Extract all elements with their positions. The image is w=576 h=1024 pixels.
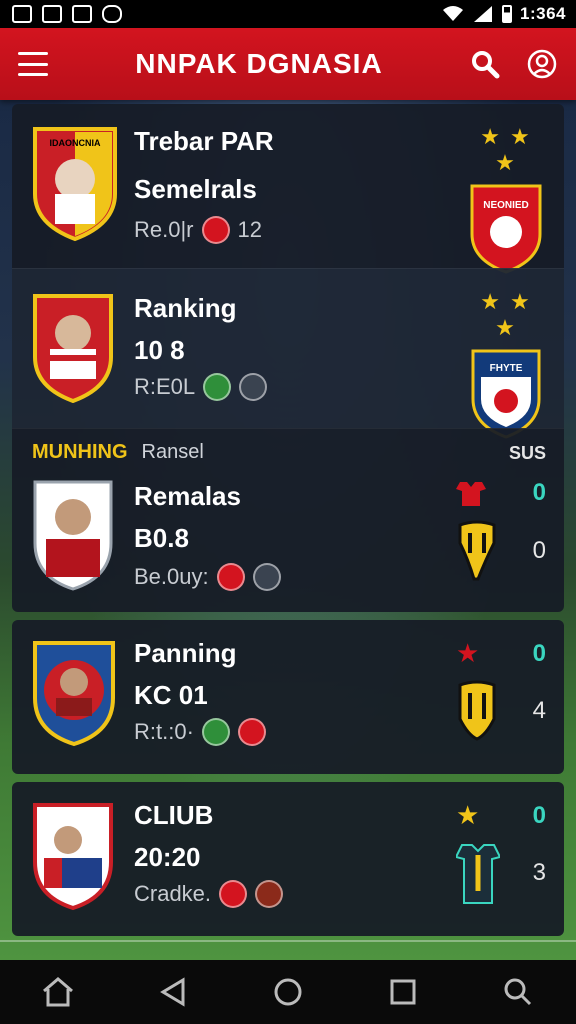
back-icon bbox=[159, 977, 185, 1007]
green-badge-icon bbox=[201, 718, 230, 746]
green-badge-icon bbox=[203, 373, 232, 401]
section-header: MUNHING Ransel bbox=[32, 441, 204, 464]
star-rating-icon: ★ ★ ★ bbox=[480, 289, 532, 340]
home-nav-button[interactable] bbox=[30, 968, 86, 1016]
item-meta-text: Re.0|r bbox=[134, 217, 194, 242]
item-meta: R:t.:0· bbox=[134, 718, 266, 746]
right-bottom-value: 4 bbox=[532, 697, 546, 724]
right-top-value: 0 bbox=[532, 801, 546, 829]
image-icon bbox=[42, 5, 62, 23]
status-right: 1:364 bbox=[442, 4, 566, 24]
camera-icon bbox=[102, 5, 122, 23]
boot-icon bbox=[458, 520, 496, 581]
section-label-mid: Ransel bbox=[141, 441, 204, 463]
right-column: ★ ★ ★ FHYTE bbox=[466, 289, 546, 444]
red-badge-icon bbox=[216, 563, 245, 591]
item-meta-text: R:t.:0· bbox=[134, 719, 194, 744]
team-crest-icon bbox=[33, 294, 113, 403]
grey-badge-icon bbox=[239, 373, 268, 401]
red-badge-icon bbox=[219, 880, 248, 908]
right-column: ★ 0 3 bbox=[456, 800, 546, 905]
ranking-list: IDAONCNIA Trebar PAR Semelrals Re.0|r 12… bbox=[12, 104, 564, 936]
item-score: 10 8 bbox=[134, 335, 185, 365]
grey-badge-icon bbox=[252, 563, 281, 591]
item-meta: R:E0L bbox=[134, 373, 268, 401]
red-badge-icon bbox=[237, 718, 266, 746]
section-label-right: SUS bbox=[508, 443, 546, 463]
back-button[interactable] bbox=[145, 968, 201, 1016]
item-name: Remalas bbox=[134, 481, 241, 511]
shirt-icon bbox=[456, 844, 500, 904]
list-item[interactable]: IDAONCNIA Trebar PAR Semelrals Re.0|r 12… bbox=[12, 104, 564, 274]
list-item[interactable]: MUNHING Ransel SUS Remalas B0.8 Be.0uy: … bbox=[12, 428, 564, 612]
recents-button[interactable] bbox=[375, 968, 431, 1016]
item-name: Panning bbox=[134, 638, 237, 668]
item-name: CLIUB bbox=[134, 800, 214, 830]
profile-icon[interactable] bbox=[526, 48, 558, 80]
navigation-bar bbox=[0, 960, 576, 1024]
item-meta-text: Cradke. bbox=[134, 881, 212, 906]
item-score: 20:20 bbox=[134, 842, 201, 872]
team-crest-icon: IDAONCNIA bbox=[33, 127, 117, 242]
mail-icon bbox=[72, 5, 92, 23]
search-icon[interactable] bbox=[470, 49, 500, 79]
recents-icon bbox=[390, 979, 416, 1005]
item-name: Trebar PAR bbox=[134, 126, 274, 156]
battery-icon bbox=[502, 5, 513, 23]
shirt-icon bbox=[456, 482, 486, 506]
menu-icon[interactable] bbox=[18, 52, 48, 76]
right-bottom-value: 3 bbox=[532, 859, 546, 886]
team-crest-icon bbox=[33, 641, 115, 747]
status-left-icons bbox=[12, 5, 122, 23]
item-meta: Be.0uy: bbox=[134, 563, 281, 591]
opponent-crest-icon: FHYTE bbox=[471, 349, 541, 439]
red-star-icon: ★ bbox=[456, 638, 480, 668]
search-nav-button[interactable] bbox=[490, 968, 546, 1016]
item-meta-text: R:E0L bbox=[134, 374, 196, 399]
player-avatar bbox=[33, 480, 113, 591]
right-column: 0 0 bbox=[456, 479, 546, 583]
notification-icon bbox=[12, 5, 32, 23]
item-meta: Re.0|r 12 bbox=[134, 216, 262, 244]
star-rating-icon: ★ ★ ★ bbox=[480, 124, 532, 175]
right-top-value: 0 bbox=[532, 479, 546, 506]
right-bottom-value: 0 bbox=[532, 537, 546, 564]
boot-icon bbox=[458, 680, 496, 741]
item-meta-text: Be.0uy: bbox=[134, 564, 209, 589]
status-bar: 1:364 bbox=[0, 0, 576, 28]
ball-badge-icon bbox=[255, 880, 284, 908]
red-badge-icon bbox=[201, 216, 230, 244]
right-column: ★ ★ ★ NEONIED bbox=[466, 124, 546, 279]
status-time: 1:364 bbox=[520, 4, 566, 23]
crest-text: IDAONCNIA bbox=[50, 138, 101, 148]
home-circle-button[interactable] bbox=[260, 968, 316, 1016]
app-bar: NNPAK DGNASIA bbox=[0, 28, 576, 100]
home-circle-icon bbox=[274, 978, 302, 1006]
opponent-crest-icon: NEONIED bbox=[470, 184, 542, 274]
opponent-crest-text: FHYTE bbox=[490, 363, 523, 374]
item-meta: Cradke. bbox=[134, 880, 284, 908]
item-score: B0.8 bbox=[134, 523, 189, 553]
item-name: Ranking bbox=[134, 293, 237, 323]
gold-star-icon: ★ bbox=[456, 800, 480, 830]
item-score: Semelrals bbox=[134, 174, 257, 204]
home-icon bbox=[42, 977, 73, 1007]
item-meta-num: 12 bbox=[237, 217, 262, 242]
signal-icon bbox=[474, 6, 493, 22]
wifi-icon bbox=[443, 6, 464, 21]
team-crest-icon bbox=[33, 803, 113, 911]
opponent-crest-text: NEONIED bbox=[483, 200, 529, 211]
right-top-value: 0 bbox=[532, 639, 546, 667]
app-title: NNPAK DGNASIA bbox=[135, 48, 383, 79]
search-icon bbox=[504, 978, 532, 1006]
list-item[interactable]: CLIUB 20:20 Cradke. ★ 0 3 bbox=[12, 782, 564, 936]
list-item[interactable]: Panning KC 01 R:t.:0· ★ 0 4 bbox=[12, 620, 564, 774]
section-label-left: MUNHING bbox=[32, 441, 128, 463]
item-score: KC 01 bbox=[134, 680, 208, 710]
right-column: ★ 0 4 bbox=[456, 638, 546, 743]
list-item[interactable]: Ranking 10 8 R:E0L ★ ★ ★ FHYTE bbox=[12, 268, 564, 439]
